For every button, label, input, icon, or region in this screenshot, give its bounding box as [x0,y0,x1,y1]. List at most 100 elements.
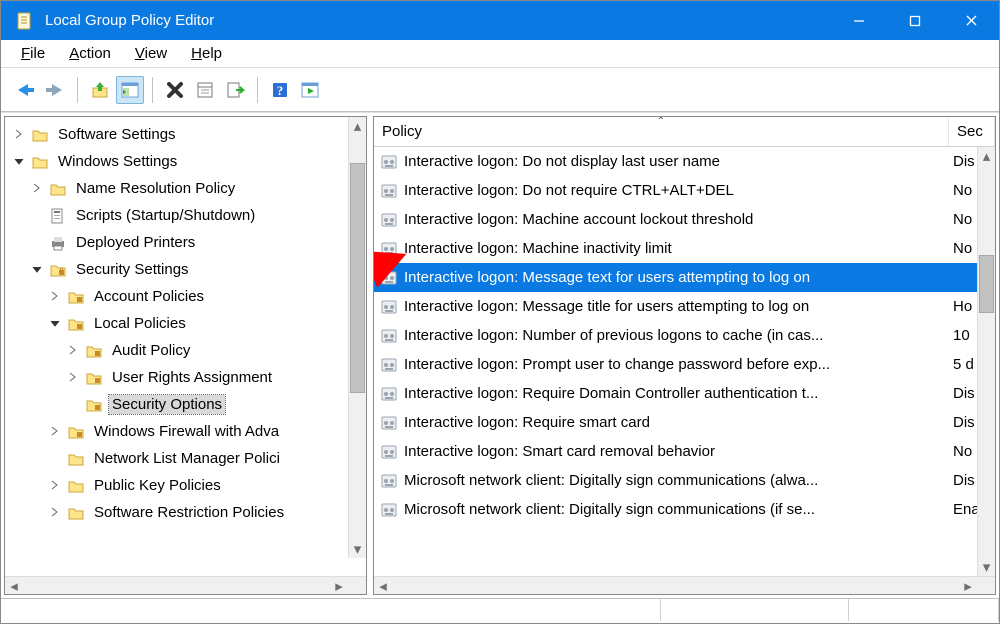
policy-row[interactable]: Interactive logon: Do not require CTRL+A… [374,176,995,205]
status-bar [1,598,999,621]
tree-label: Local Policies [91,314,189,333]
list-hscrollbar[interactable]: ◂ ▸ [374,576,995,594]
list-body[interactable]: Interactive logon: Do not display last u… [374,147,995,576]
policy-row[interactable]: Interactive logon: Message text for user… [374,263,995,292]
close-button[interactable] [943,2,999,40]
menu-action[interactable]: Action [61,42,123,65]
scroll-right-icon[interactable]: ▸ [330,577,348,595]
tree-label: Name Resolution Policy [73,179,238,198]
run-button[interactable] [296,76,324,104]
scroll-left-icon[interactable]: ◂ [374,577,392,595]
folder-icon [31,153,49,171]
policy-name: Microsoft network client: Digitally sign… [404,501,953,518]
title-bar: Local Group Policy Editor [1,1,999,40]
list-panel: Policy ⌃ Sec Interactive logon: Do not d… [373,116,996,595]
policy-row[interactable]: Interactive logon: Do not display last u… [374,147,995,176]
tree-item-public-key[interactable]: Public Key Policies [5,472,366,499]
col-header-security-setting[interactable]: Sec [949,117,995,146]
shield-folder-icon [85,342,103,360]
app-icon [15,11,35,31]
policy-name: Interactive logon: Require Domain Contro… [404,385,953,402]
forward-button[interactable] [41,76,69,104]
chevron-down-icon[interactable] [49,317,63,331]
policy-name: Interactive logon: Message text for user… [404,269,953,286]
maximize-button[interactable] [887,2,943,40]
tree-item-network-list[interactable]: Network List Manager Polici [5,445,366,472]
back-button[interactable] [11,76,39,104]
show-hide-tree-button[interactable] [116,76,144,104]
tree-hscrollbar[interactable]: ◂ ▸ [5,576,366,594]
chevron-right-icon[interactable] [49,479,63,493]
tree-item-user-rights[interactable]: User Rights Assignment [5,364,366,391]
tree-label: Software Restriction Policies [91,503,287,522]
tree-item-srp[interactable]: Software Restriction Policies [5,499,366,526]
policy-name: Interactive logon: Do not require CTRL+A… [404,182,953,199]
policy-icon [380,443,398,461]
chevron-right-icon[interactable] [31,182,45,196]
tree-item-name-resolution[interactable]: Name Resolution Policy [5,175,366,202]
chevron-right-icon[interactable] [49,425,63,439]
policy-name: Interactive logon: Require smart card [404,414,953,431]
policy-row[interactable]: Interactive logon: Machine account locko… [374,205,995,234]
col-header-policy[interactable]: Policy ⌃ [374,117,949,146]
policy-row[interactable]: Interactive logon: Prompt user to change… [374,350,995,379]
policy-row[interactable]: Interactive logon: Require Domain Contro… [374,379,995,408]
help-button[interactable]: ? [266,76,294,104]
policy-icon [380,385,398,403]
tree-item-printers[interactable]: Deployed Printers [5,229,366,256]
policy-name: Microsoft network client: Digitally sign… [404,472,953,489]
policy-name: Interactive logon: Prompt user to change… [404,356,953,373]
chevron-right-icon[interactable] [67,344,81,358]
scroll-left-icon[interactable]: ◂ [5,577,23,595]
delete-button[interactable] [161,76,189,104]
policy-name: Interactive logon: Number of previous lo… [404,327,953,344]
minimize-button[interactable] [831,2,887,40]
policy-row[interactable]: Interactive logon: Number of previous lo… [374,321,995,350]
export-button[interactable] [221,76,249,104]
properties-button[interactable] [191,76,219,104]
tree-label: User Rights Assignment [109,368,275,387]
policy-icon [380,153,398,171]
tree-item-firewall[interactable]: Windows Firewall with Adva [5,418,366,445]
tree-item-security-options[interactable]: Security Options [5,391,366,418]
status-cell [849,599,999,621]
policy-row[interactable]: Interactive logon: Require smart cardDis [374,408,995,437]
tree-item-windows-settings[interactable]: Windows Settings [5,148,366,175]
policy-row[interactable]: Microsoft network client: Digitally sign… [374,495,995,524]
tree-item-local-policies[interactable]: Local Policies [5,310,366,337]
chevron-right-icon[interactable] [49,290,63,304]
policy-row[interactable]: Interactive logon: Message title for use… [374,292,995,321]
chevron-right-icon[interactable] [67,371,81,385]
menu-view[interactable]: View [127,42,179,65]
col-header-label: Policy [382,123,422,140]
menu-file[interactable]: File [13,42,57,65]
tree-label: Software Settings [55,125,179,144]
printer-icon [49,234,67,252]
toolbar-separator [77,77,78,103]
tree-label: Security Options [109,395,225,414]
tree-item-software-settings[interactable]: Software Settings [5,121,366,148]
nav-tree[interactable]: Software Settings Windows Settings Name … [5,117,366,576]
chevron-down-icon[interactable] [13,155,27,169]
chevron-right-icon[interactable] [49,506,63,520]
up-button[interactable] [86,76,114,104]
window-title: Local Group Policy Editor [45,12,831,29]
scroll-right-icon[interactable]: ▸ [959,577,977,595]
tree-item-scripts[interactable]: Scripts (Startup/Shutdown) [5,202,366,229]
policy-row[interactable]: Interactive logon: Smart card removal be… [374,437,995,466]
policy-row[interactable]: Microsoft network client: Digitally sign… [374,466,995,495]
chevron-down-icon[interactable] [31,263,45,277]
policy-row[interactable]: Interactive logon: Machine inactivity li… [374,234,995,263]
toolbar-separator [257,77,258,103]
list-vscrollbar[interactable]: ▴ ▾ [977,147,995,576]
menu-help[interactable]: Help [183,42,234,65]
shield-folder-icon [67,315,85,333]
tree-vscrollbar[interactable]: ▴ ▾ [348,117,366,558]
policy-icon [380,327,398,345]
chevron-right-icon[interactable] [13,128,27,142]
tree-item-security-settings[interactable]: Security Settings [5,256,366,283]
tree-label: Deployed Printers [73,233,198,252]
tree-item-account-policies[interactable]: Account Policies [5,283,366,310]
tree-item-audit-policy[interactable]: Audit Policy [5,337,366,364]
policy-name: Interactive logon: Smart card removal be… [404,443,953,460]
